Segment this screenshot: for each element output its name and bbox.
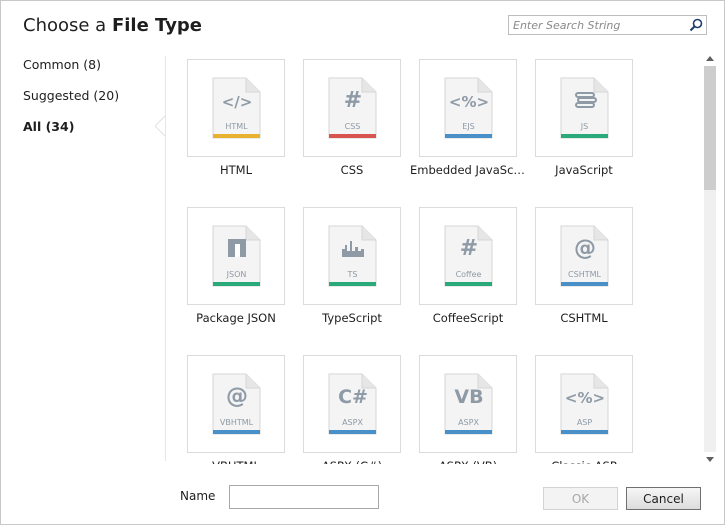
- file-document-icon: # Coffee: [444, 225, 493, 287]
- svg-text:</>: </>: [222, 93, 253, 111]
- svg-text:VB: VB: [454, 386, 483, 408]
- search-icon[interactable]: [689, 18, 703, 32]
- file-type-label: CSS: [340, 163, 364, 177]
- file-type-label: ASPX (C#): [294, 459, 410, 464]
- file-type-tile[interactable]: # CSS: [303, 59, 401, 157]
- file-type-label: CoffeeScript: [432, 311, 504, 325]
- file-document-icon: JS: [560, 77, 609, 139]
- file-type-grid: </> HTML HTML # CSS CSS <%> EJS Embedded JavaScr…: [187, 59, 697, 464]
- svg-text:#: #: [460, 236, 478, 261]
- file-document-icon: JSON: [212, 225, 261, 287]
- file-type-label: ASPX (VB): [410, 459, 526, 464]
- file-type-tile[interactable]: VB ASPX: [419, 355, 517, 453]
- file-type-badge: CSHTML: [568, 270, 601, 279]
- file-type-badge: VBHTML: [220, 418, 254, 427]
- file-type-badge: JSON: [226, 270, 247, 279]
- file-type-tile[interactable]: </> HTML: [187, 59, 285, 157]
- search-box[interactable]: [508, 15, 707, 35]
- selected-category-pointer: [155, 116, 166, 136]
- category-nav: Common (8) Suggested (20) All (34): [23, 57, 163, 150]
- file-document-icon: # CSS: [328, 77, 377, 139]
- file-document-icon: TS: [328, 225, 377, 287]
- grid-scrollbar[interactable]: [702, 50, 719, 468]
- svg-text:C#: C#: [338, 386, 368, 408]
- file-type-badge: EJS: [462, 122, 475, 131]
- scroll-thumb[interactable]: [704, 66, 716, 190]
- file-document-icon: <%> ASP: [560, 373, 609, 435]
- file-type-label: Embedded JavaScript: [410, 163, 526, 177]
- choose-file-type-dialog: Choose a File Type Common (8) Suggested …: [0, 0, 725, 525]
- file-type-tile[interactable]: # Coffee: [419, 207, 517, 305]
- file-type-badge: ASPX: [342, 418, 363, 427]
- file-type-tile[interactable]: <%> ASP: [535, 355, 633, 453]
- file-type-label: Classic ASP: [526, 459, 642, 464]
- file-type-tile[interactable]: JS: [535, 59, 633, 157]
- title-bold: File Type: [111, 15, 203, 36]
- file-type-label: Package JSON: [196, 311, 276, 325]
- file-type-badge: Coffee: [456, 270, 482, 279]
- file-type-tile[interactable]: JSON: [187, 207, 285, 305]
- scroll-up-arrow-icon[interactable]: [706, 56, 714, 61]
- file-document-icon: </> HTML: [212, 77, 261, 139]
- nav-item-common[interactable]: Common (8): [23, 57, 163, 88]
- file-type-tile[interactable]: C# ASPX: [303, 355, 401, 453]
- name-field[interactable]: [229, 485, 379, 509]
- scroll-down-arrow-icon[interactable]: [706, 457, 714, 462]
- file-type-badge: HTML: [225, 122, 248, 131]
- file-type-tile[interactable]: @ CSHTML: [535, 207, 633, 305]
- svg-text:#: #: [344, 88, 362, 113]
- cancel-button[interactable]: Cancel: [626, 487, 701, 510]
- ok-button[interactable]: OK: [543, 487, 618, 510]
- file-type-badge: CSS: [345, 122, 361, 131]
- file-type-tile[interactable]: TS: [303, 207, 401, 305]
- file-type-tile[interactable]: <%> EJS: [419, 59, 517, 157]
- file-document-icon: <%> EJS: [444, 77, 493, 139]
- file-document-icon: VB ASPX: [444, 373, 493, 435]
- file-type-badge: TS: [347, 270, 358, 279]
- file-type-label: VBHTML: [187, 459, 294, 464]
- file-document-icon: @ VBHTML: [212, 373, 261, 435]
- file-type-tile[interactable]: @ VBHTML: [187, 355, 285, 453]
- search-input[interactable]: [513, 17, 681, 33]
- svg-text:@: @: [226, 384, 248, 409]
- file-type-badge: ASP: [577, 418, 593, 427]
- svg-text:@: @: [574, 236, 596, 261]
- name-label: Name: [180, 489, 216, 503]
- file-type-badge: JS: [580, 122, 588, 131]
- file-document-icon: C# ASPX: [328, 373, 377, 435]
- svg-text:<%>: <%>: [449, 93, 489, 111]
- file-document-icon: @ CSHTML: [560, 225, 609, 287]
- file-type-badge: ASPX: [458, 418, 479, 427]
- file-type-label: JavaScript: [555, 163, 613, 177]
- file-type-label: TypeScript: [322, 311, 382, 325]
- svg-text:<%>: <%>: [565, 389, 605, 407]
- file-type-label: CSHTML: [560, 311, 608, 325]
- nav-item-suggested[interactable]: Suggested (20): [23, 88, 163, 119]
- title-prefix: Choose a: [23, 15, 112, 36]
- nav-item-all[interactable]: All (34): [23, 119, 163, 150]
- dialog-title: Choose a File Type: [23, 15, 202, 36]
- file-type-label: HTML: [219, 163, 252, 177]
